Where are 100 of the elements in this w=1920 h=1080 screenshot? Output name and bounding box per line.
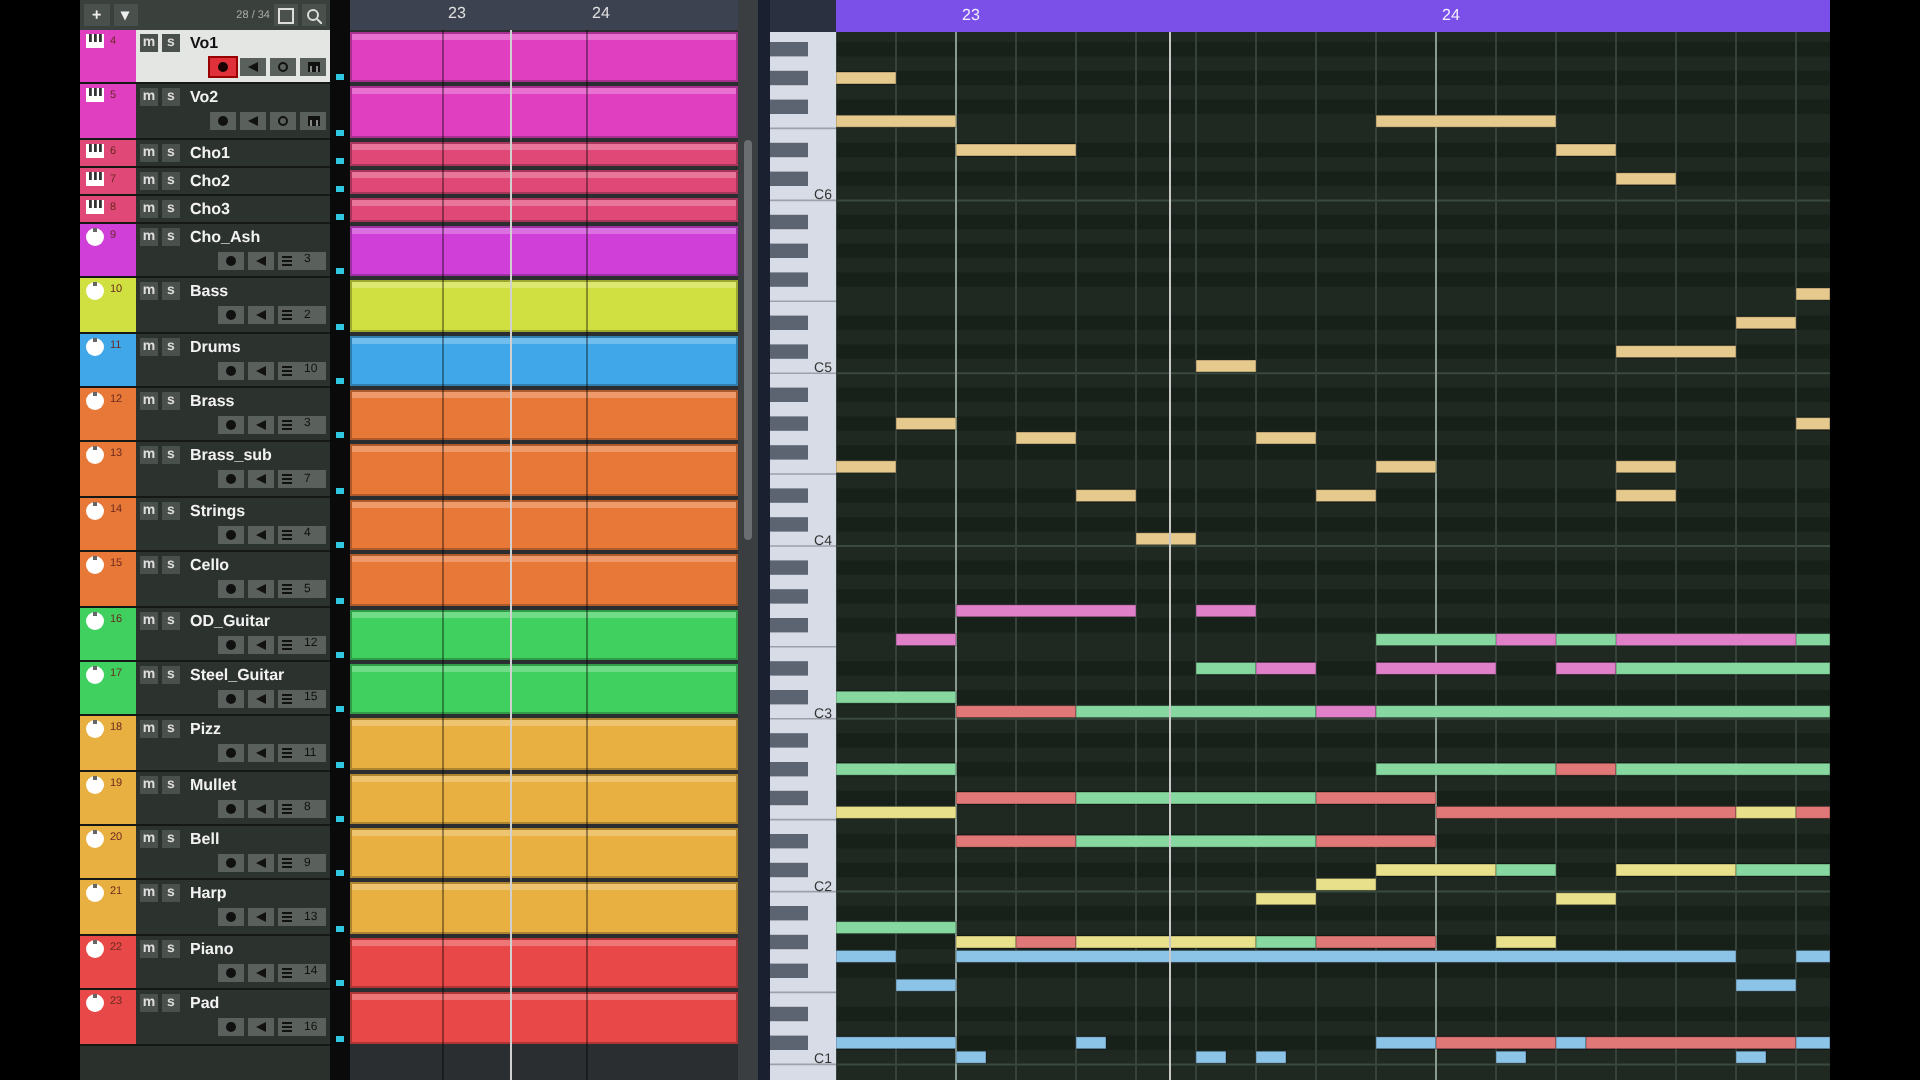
monitor-button[interactable]: [248, 744, 274, 763]
midi-part[interactable]: [350, 773, 738, 825]
track-menu-button[interactable]: ▾: [113, 4, 138, 26]
midi-part[interactable]: [350, 32, 738, 83]
record-button[interactable]: [218, 306, 244, 325]
midi-note[interactable]: [1315, 935, 1437, 949]
midi-note[interactable]: [1375, 460, 1437, 474]
midi-note[interactable]: [836, 690, 957, 704]
record-button[interactable]: [218, 525, 244, 544]
midi-note[interactable]: [1315, 489, 1377, 503]
midi-note[interactable]: [1795, 417, 1830, 431]
midi-note[interactable]: [955, 935, 1017, 949]
midi-note[interactable]: [1615, 489, 1677, 503]
midi-note[interactable]: [1375, 1036, 1437, 1050]
midi-note[interactable]: [1375, 661, 1497, 675]
midi-note[interactable]: [1255, 935, 1317, 949]
record-button[interactable]: [218, 1018, 244, 1037]
midi-note[interactable]: [1735, 863, 1830, 877]
monitor-button[interactable]: [248, 415, 274, 434]
record-button[interactable]: [218, 744, 244, 763]
midi-part[interactable]: [350, 225, 738, 277]
keyboard-button[interactable]: [300, 112, 326, 131]
midi-note[interactable]: [1495, 935, 1557, 949]
midi-note[interactable]: [1315, 834, 1437, 848]
midi-note[interactable]: [1615, 460, 1677, 474]
monitor-button[interactable]: [248, 854, 274, 873]
midi-note[interactable]: [836, 1036, 957, 1050]
midi-note[interactable]: [1255, 661, 1317, 675]
midi-part[interactable]: [350, 141, 738, 166]
record-button[interactable]: [218, 908, 244, 927]
midi-note[interactable]: [1615, 863, 1737, 877]
record-button[interactable]: [218, 580, 244, 599]
monitor-button[interactable]: [240, 112, 266, 131]
monitor-button[interactable]: [248, 799, 274, 818]
scroll-bar[interactable]: [738, 0, 758, 1080]
record-button[interactable]: [218, 799, 244, 818]
midi-note[interactable]: [1735, 316, 1797, 330]
record-button[interactable]: [218, 854, 244, 873]
midi-note[interactable]: [1795, 1036, 1830, 1050]
monitor-button[interactable]: [248, 470, 274, 489]
midi-part[interactable]: [350, 389, 738, 441]
midi-part[interactable]: [350, 197, 738, 222]
midi-note[interactable]: [1615, 633, 1797, 647]
midi-note[interactable]: [895, 633, 957, 647]
midi-part[interactable]: [350, 937, 738, 989]
midi-note[interactable]: [1195, 1050, 1227, 1064]
midi-note[interactable]: [1615, 762, 1830, 776]
midi-part[interactable]: [350, 335, 738, 386]
midi-note[interactable]: [1495, 1050, 1527, 1064]
midi-note[interactable]: [1135, 532, 1197, 546]
midi-note[interactable]: [1195, 359, 1257, 373]
midi-note[interactable]: [1735, 805, 1797, 819]
midi-note[interactable]: [1615, 172, 1677, 186]
edit-instrument-button[interactable]: [270, 112, 296, 131]
piano-keyboard-drawing[interactable]: [770, 32, 836, 1080]
window-icon[interactable]: [274, 4, 298, 26]
midi-note[interactable]: [836, 762, 957, 776]
midi-note[interactable]: [1375, 762, 1557, 776]
midi-note[interactable]: [955, 791, 1077, 805]
midi-note[interactable]: [1375, 114, 1557, 128]
midi-note[interactable]: [955, 834, 1077, 848]
monitor-button[interactable]: [248, 1018, 274, 1037]
midi-note[interactable]: [1555, 762, 1617, 776]
midi-note[interactable]: [1075, 834, 1317, 848]
midi-note[interactable]: [1495, 863, 1557, 877]
midi-note[interactable]: [1195, 661, 1257, 675]
search-icon[interactable]: [302, 4, 326, 26]
midi-note[interactable]: [1075, 705, 1317, 719]
midi-note[interactable]: [1585, 1036, 1797, 1050]
monitor-button[interactable]: [248, 689, 274, 708]
record-button[interactable]: [218, 361, 244, 380]
midi-note[interactable]: [1735, 978, 1797, 992]
midi-part[interactable]: [350, 828, 738, 879]
record-button[interactable]: [218, 470, 244, 489]
record-button[interactable]: [218, 635, 244, 654]
midi-note[interactable]: [1015, 935, 1077, 949]
midi-part[interactable]: [350, 663, 738, 715]
record-button[interactable]: [210, 58, 236, 76]
monitor-button[interactable]: [248, 361, 274, 380]
midi-note[interactable]: [1555, 143, 1617, 157]
midi-note[interactable]: [836, 71, 897, 85]
midi-note[interactable]: [1195, 604, 1257, 618]
midi-note[interactable]: [955, 1050, 987, 1064]
midi-note[interactable]: [955, 604, 1137, 618]
midi-note[interactable]: [1075, 935, 1257, 949]
midi-part[interactable]: [350, 609, 738, 660]
midi-note[interactable]: [895, 978, 957, 992]
midi-note[interactable]: [1075, 791, 1317, 805]
monitor-button[interactable]: [248, 908, 274, 927]
midi-note[interactable]: [1555, 661, 1617, 675]
midi-note[interactable]: [955, 949, 1737, 963]
midi-note[interactable]: [1555, 892, 1617, 906]
midi-note[interactable]: [1315, 791, 1437, 805]
record-button[interactable]: [210, 112, 236, 131]
record-button[interactable]: [218, 415, 244, 434]
midi-note[interactable]: [1615, 661, 1830, 675]
midi-part[interactable]: [350, 499, 738, 551]
monitor-button[interactable]: [248, 963, 274, 982]
record-button[interactable]: [218, 963, 244, 982]
midi-note[interactable]: [1255, 1050, 1287, 1064]
